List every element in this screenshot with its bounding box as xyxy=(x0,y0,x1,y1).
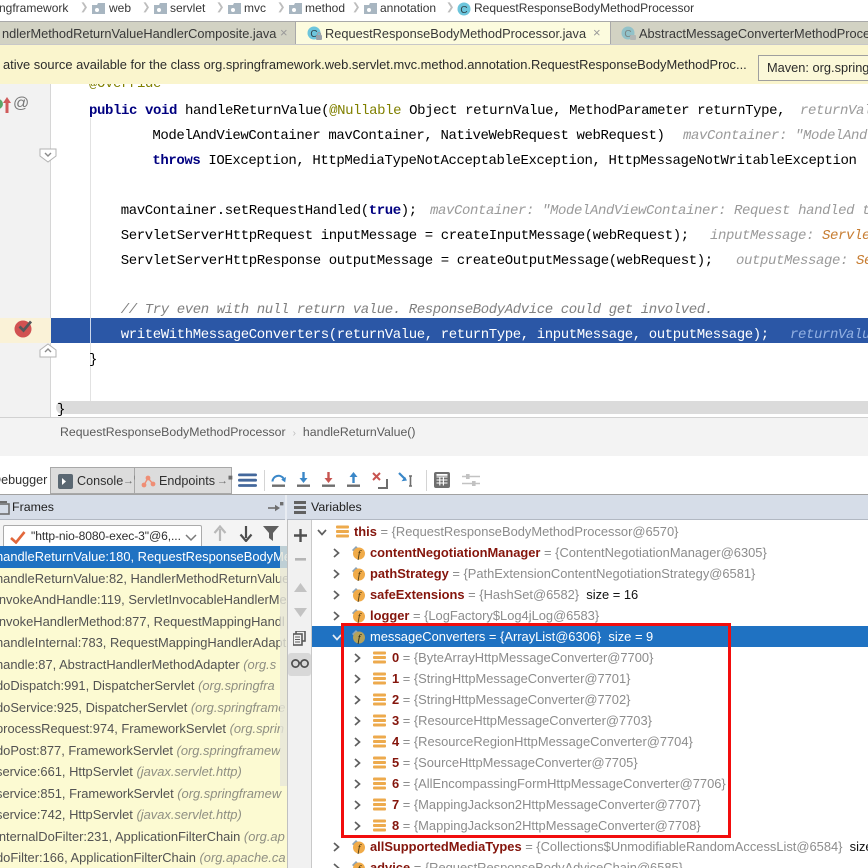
svg-text:C: C xyxy=(460,5,467,16)
